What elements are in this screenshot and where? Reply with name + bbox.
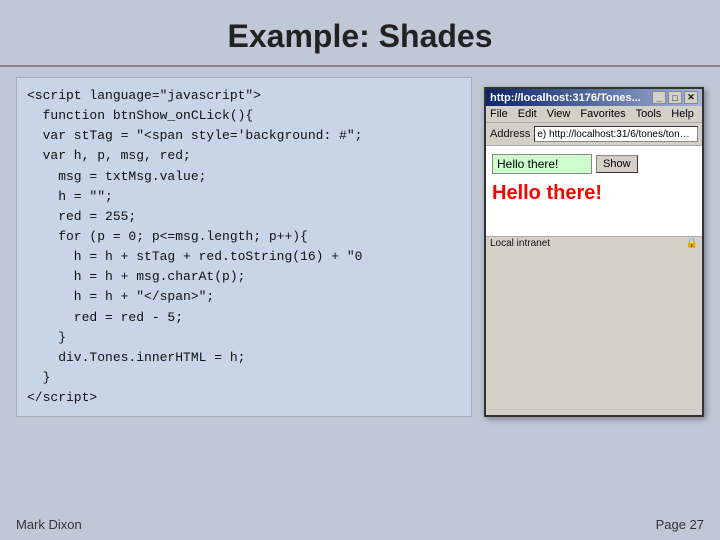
slide: Example: Shades <script language="javasc…	[0, 0, 720, 540]
minimize-button[interactable]: _	[652, 91, 666, 104]
footer: Mark Dixon Page 27	[16, 517, 704, 532]
browser-titlebar: http://localhost:3176/Tones... _ □ ✕	[486, 89, 702, 106]
address-bar-text: e) http://localhost:31/6/tones/tones.ht …	[537, 129, 695, 140]
browser-statusbar: Local intranet 🔒	[486, 236, 702, 250]
close-button[interactable]: ✕	[684, 91, 698, 104]
menu-favorites[interactable]: Favorites	[580, 108, 625, 120]
browser-title-buttons: _ □ ✕	[652, 91, 698, 104]
status-icon: 🔒	[686, 238, 698, 249]
page-number: Page 27	[656, 517, 704, 532]
browser-menubar: File Edit View Favorites Tools Help	[486, 106, 702, 123]
browser-title-text: http://localhost:3176/Tones...	[490, 92, 652, 104]
browser-content: Show Hello there!	[486, 146, 702, 236]
browser-window: http://localhost:3176/Tones... _ □ ✕ Fil…	[484, 87, 704, 417]
author-label: Mark Dixon	[16, 517, 82, 532]
menu-tools[interactable]: Tools	[636, 108, 662, 120]
hello-output: Hello there!	[492, 180, 696, 207]
menu-help[interactable]: Help	[671, 108, 694, 120]
content-area: <script language="javascript"> function …	[0, 77, 720, 417]
menu-view[interactable]: View	[547, 108, 571, 120]
status-text: Local intranet	[490, 238, 550, 249]
menu-file[interactable]: File	[490, 108, 508, 120]
maximize-button[interactable]: □	[668, 91, 682, 104]
address-bar[interactable]: e) http://localhost:31/6/tones/tones.ht …	[534, 126, 698, 142]
address-label: Address	[490, 128, 530, 140]
slide-title: Example: Shades	[0, 0, 720, 67]
input-row: Show	[492, 154, 696, 174]
show-button[interactable]: Show	[596, 155, 638, 173]
message-input[interactable]	[492, 154, 592, 174]
menu-edit[interactable]: Edit	[518, 108, 537, 120]
browser-toolbar: Address e) http://localhost:31/6/tones/t…	[486, 123, 702, 146]
code-block: <script language="javascript"> function …	[16, 77, 472, 417]
